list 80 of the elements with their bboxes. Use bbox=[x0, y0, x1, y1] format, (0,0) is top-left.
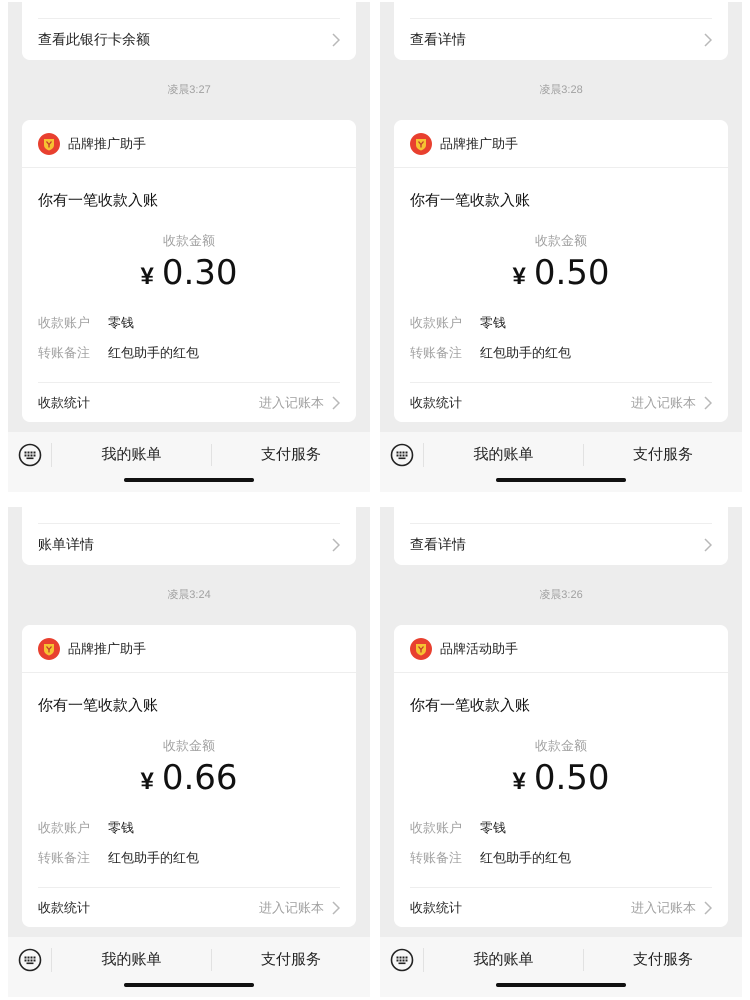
message-title: 你有一笔收款入账 bbox=[410, 696, 531, 716]
timestamp: 凌晨3:26 bbox=[539, 588, 583, 603]
link-card[interactable]: 查看此银行卡余额 bbox=[22, 2, 356, 60]
amount-value: 0.50 bbox=[534, 761, 610, 795]
currency-sign: ¥ bbox=[512, 767, 526, 797]
field-value: 零钱 bbox=[108, 819, 134, 837]
timestamp: 凌晨3:24 bbox=[167, 588, 211, 603]
amount-label: 收款金额 bbox=[535, 736, 587, 754]
message-title: 你有一笔收款入账 bbox=[38, 191, 159, 211]
field-label: 转账备注 bbox=[38, 848, 91, 866]
amount-value: 0.30 bbox=[162, 256, 238, 290]
menu-tab[interactable]: 支付服务 bbox=[260, 948, 321, 972]
field-value: 零钱 bbox=[480, 314, 506, 332]
amount-label: 收款金额 bbox=[163, 736, 215, 754]
keyboard-icon[interactable] bbox=[18, 443, 42, 467]
amount-label: 收款金额 bbox=[163, 232, 215, 250]
field-value: 红包助手的红包 bbox=[108, 344, 199, 362]
chevron-icon bbox=[704, 900, 712, 914]
message-title: 你有一笔收款入账 bbox=[410, 191, 531, 211]
field-value: 红包助手的红包 bbox=[108, 848, 199, 866]
link-text: 查看详情 bbox=[410, 535, 466, 554]
menu-tab[interactable]: 支付服务 bbox=[632, 444, 693, 466]
chevron-icon bbox=[704, 538, 712, 552]
menu-tab[interactable]: 支付服务 bbox=[260, 444, 321, 466]
ledger-link-text: 进入记账本 bbox=[259, 394, 324, 412]
field-label: 收款账户 bbox=[38, 819, 91, 837]
chevron-icon bbox=[704, 32, 712, 46]
link-card[interactable]: 查看详情 bbox=[394, 2, 728, 60]
field-label: 收款账户 bbox=[410, 314, 463, 332]
chevron-icon bbox=[704, 396, 712, 410]
timestamp: 凌晨3:28 bbox=[539, 82, 583, 98]
field-label: 收款账户 bbox=[410, 819, 463, 837]
keyboard-icon[interactable] bbox=[390, 948, 414, 972]
stats-label: 收款统计 bbox=[38, 898, 90, 917]
menu-tab[interactable]: 我的账单 bbox=[101, 444, 162, 466]
chevron-icon bbox=[332, 538, 340, 552]
field-label: 转账备注 bbox=[38, 344, 91, 362]
keyboard-icon[interactable] bbox=[18, 948, 42, 972]
currency-sign: ¥ bbox=[140, 767, 154, 797]
shield-logo-icon bbox=[410, 638, 432, 660]
sender-name: 品牌推广助手 bbox=[68, 640, 146, 658]
link-text: 查看详情 bbox=[410, 30, 466, 49]
currency-sign: ¥ bbox=[512, 262, 526, 292]
chevron-icon bbox=[332, 396, 340, 410]
field-value: 零钱 bbox=[108, 314, 134, 332]
currency-sign: ¥ bbox=[140, 262, 154, 292]
chevron-icon bbox=[332, 900, 340, 914]
ledger-link-text: 进入记账本 bbox=[631, 394, 696, 412]
sender-name: 品牌推广助手 bbox=[68, 134, 146, 153]
menu-tab[interactable]: 我的账单 bbox=[473, 948, 534, 972]
keyboard-icon[interactable] bbox=[390, 443, 414, 467]
shield-logo-icon bbox=[38, 638, 60, 660]
field-label: 转账备注 bbox=[410, 848, 463, 866]
field-label: 转账备注 bbox=[410, 344, 463, 362]
amount-value: 0.50 bbox=[534, 256, 610, 290]
amount-label: 收款金额 bbox=[535, 232, 587, 250]
menu-tab[interactable]: 支付服务 bbox=[632, 948, 693, 972]
field-label: 收款账户 bbox=[38, 314, 91, 332]
menu-tab[interactable]: 我的账单 bbox=[101, 948, 162, 972]
shield-logo-icon bbox=[38, 132, 60, 154]
sender-name: 品牌推广助手 bbox=[440, 134, 518, 153]
stats-label: 收款统计 bbox=[410, 394, 462, 412]
field-value: 红包助手的红包 bbox=[480, 344, 571, 362]
field-value: 零钱 bbox=[480, 819, 506, 837]
link-text: 查看此银行卡余额 bbox=[38, 30, 150, 49]
field-value: 红包助手的红包 bbox=[480, 848, 571, 866]
stats-label: 收款统计 bbox=[38, 394, 90, 412]
link-text: 账单详情 bbox=[38, 535, 94, 554]
shield-logo-icon bbox=[410, 132, 432, 154]
menu-tab[interactable]: 我的账单 bbox=[473, 444, 534, 466]
message-title: 你有一笔收款入账 bbox=[38, 696, 159, 716]
chevron-icon bbox=[332, 32, 340, 46]
link-card[interactable]: 查看详情 bbox=[394, 507, 728, 565]
ledger-link-text: 进入记账本 bbox=[631, 898, 696, 917]
sender-name: 品牌活动助手 bbox=[440, 640, 518, 658]
ledger-link-text: 进入记账本 bbox=[259, 898, 324, 917]
timestamp: 凌晨3:27 bbox=[167, 82, 211, 98]
stats-label: 收款统计 bbox=[410, 898, 462, 917]
link-card[interactable]: 账单详情 bbox=[22, 507, 356, 565]
amount-value: 0.66 bbox=[162, 761, 238, 795]
